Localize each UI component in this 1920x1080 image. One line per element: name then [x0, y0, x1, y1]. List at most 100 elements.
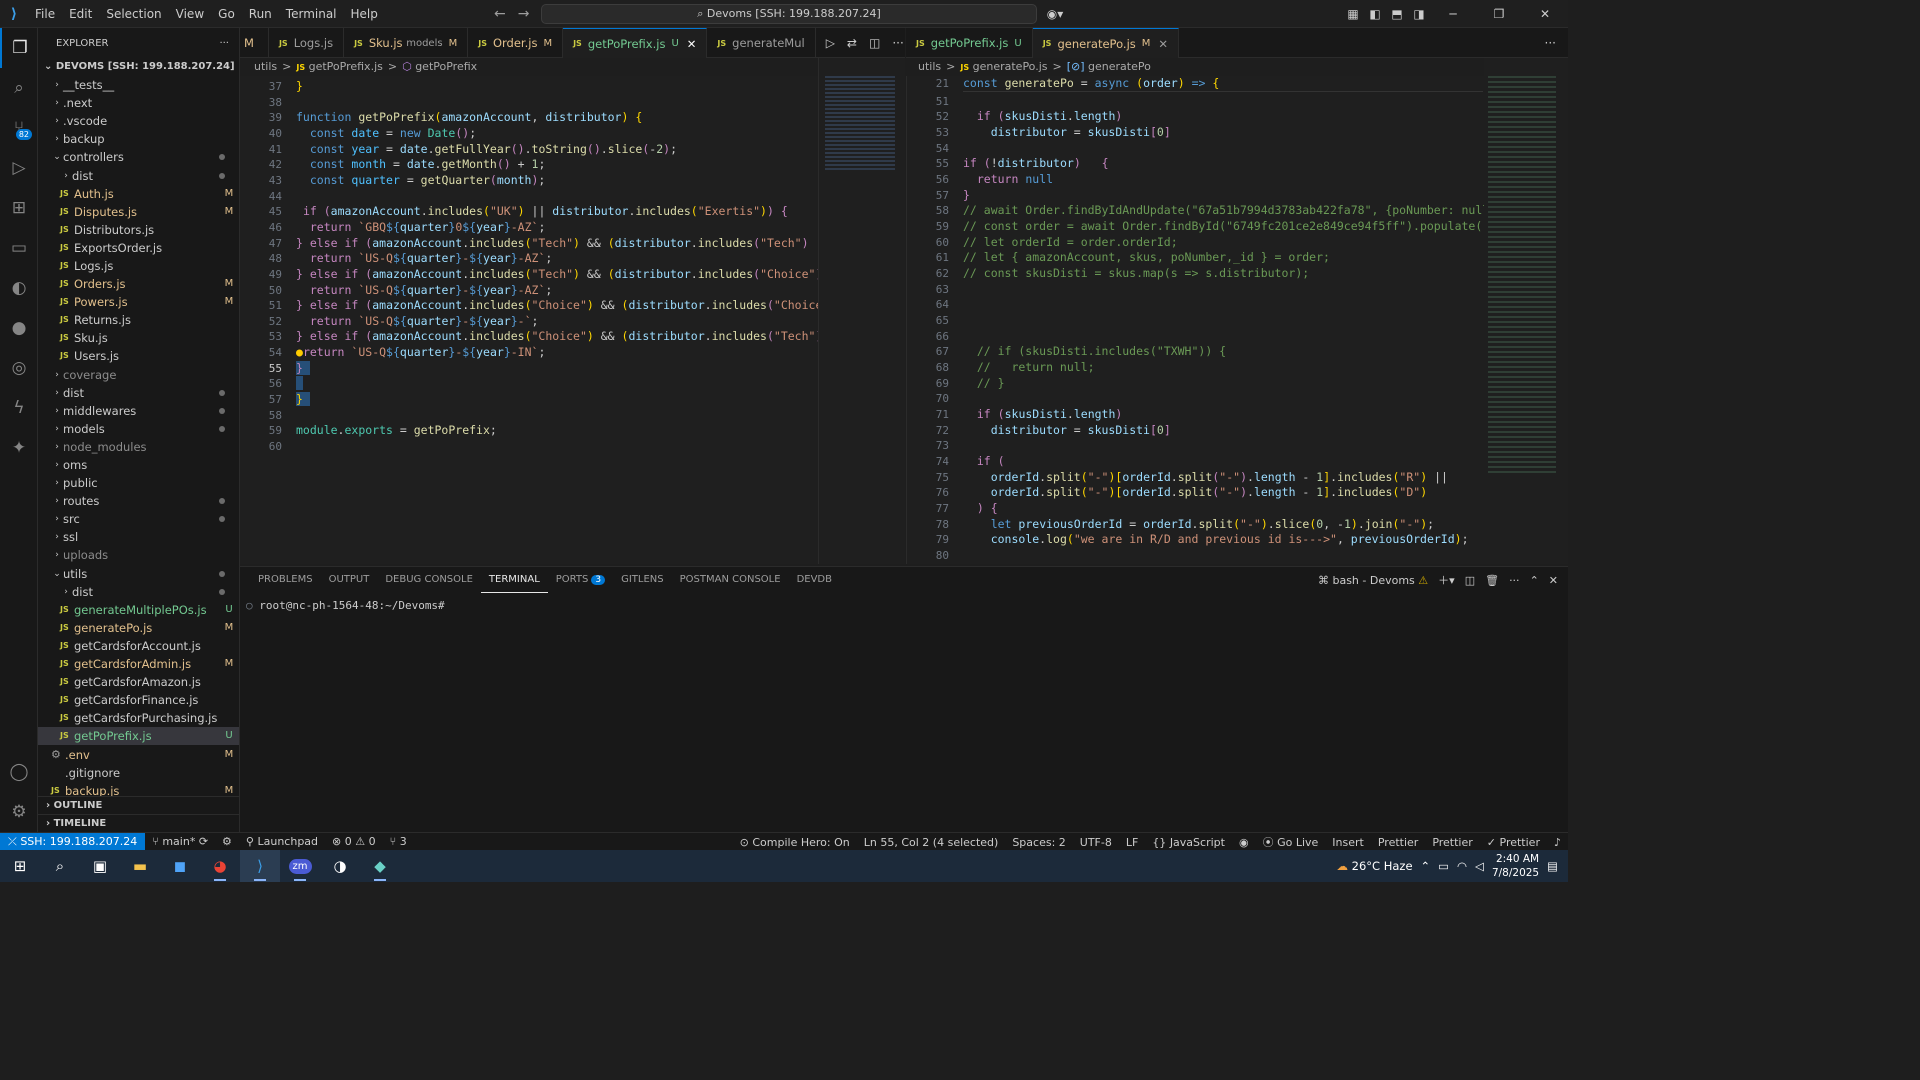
language-mode[interactable]: {} JavaScript	[1145, 836, 1232, 849]
minimap-right[interactable]	[1484, 58, 1568, 564]
layout-customize-icon[interactable]: ▦	[1342, 7, 1364, 21]
minimize-icon[interactable]: ─	[1430, 7, 1476, 21]
tab-generatemul[interactable]: JS generateMul	[707, 28, 816, 58]
file-item[interactable]: JS Users.js	[38, 347, 239, 365]
file-item[interactable]: JS getPoPrefix.js U	[38, 727, 239, 746]
file-item[interactable]: JS Auth.js M	[38, 185, 239, 203]
prettier-status[interactable]: ✓ Prettier	[1480, 836, 1547, 849]
folder-item[interactable]: › routes	[38, 492, 239, 510]
folder-item[interactable]: › models	[38, 420, 239, 438]
folder-item[interactable]: › dist	[38, 384, 239, 402]
breadcrumb-item[interactable]: ⬡ getPoPrefix	[402, 58, 477, 76]
source-control-icon[interactable]: ⑂ 82	[0, 108, 38, 148]
file-item[interactable]: JS Logs.js	[38, 257, 239, 275]
windows-start-icon[interactable]: ⊞	[0, 850, 40, 882]
more-actions-icon[interactable]: ···	[1545, 36, 1556, 50]
show-hidden-icons-icon[interactable]: ⌃	[1421, 859, 1431, 873]
more-actions-icon[interactable]: ···	[219, 38, 229, 49]
folder-item[interactable]: › dist	[38, 583, 239, 601]
wifi-icon[interactable]: ◠	[1457, 859, 1467, 873]
search-icon[interactable]: ⌕	[40, 850, 80, 882]
insert-mode[interactable]: Insert	[1325, 836, 1371, 849]
menu-go[interactable]: Go	[211, 0, 242, 28]
folder-item[interactable]: › dist	[38, 166, 239, 184]
file-item[interactable]: JS generatePo.js M	[38, 619, 239, 637]
minimap-left[interactable]	[818, 58, 905, 564]
kill-terminal-icon[interactable]: 🗑	[1485, 574, 1499, 587]
more-actions-icon[interactable]: ···	[892, 36, 903, 50]
tab-order[interactable]: JS Order.js M	[468, 28, 564, 58]
tab-getpoprefix[interactable]: JS getPoPrefix.js U ✕	[563, 28, 708, 58]
remote-explorer-icon[interactable]: ▭	[0, 228, 38, 268]
file-item[interactable]: ⚙ .env M	[38, 745, 239, 763]
file-explorer-icon[interactable]: ▬	[120, 850, 160, 882]
chrome-icon[interactable]: ◕	[200, 850, 240, 882]
toggle-secondary-sidebar-icon[interactable]: ◨	[1408, 7, 1430, 21]
breadcrumb-item[interactable]: utils	[918, 58, 941, 76]
menu-help[interactable]: Help	[344, 0, 385, 28]
file-item[interactable]: JS ExportsOrder.js	[38, 239, 239, 257]
lightbulb-icon[interactable]: ●	[296, 345, 303, 359]
file-item[interactable]: JS Orders.js M	[38, 275, 239, 293]
postman-icon[interactable]: ●	[0, 308, 38, 348]
explorer-icon[interactable]: ❐	[0, 28, 38, 68]
file-item[interactable]: JS getCardsforPurchasing.js	[38, 709, 239, 727]
gitlens-status-icon[interactable]: ⚙	[215, 835, 239, 848]
menu-terminal[interactable]: Terminal	[279, 0, 344, 28]
volume-icon[interactable]: ◁	[1475, 859, 1484, 873]
file-item[interactable]: JS generateMultiplePOs.js U	[38, 601, 239, 619]
new-terminal-icon[interactable]: ＋▾	[1438, 572, 1455, 588]
app-icon[interactable]: ◑	[320, 850, 360, 882]
file-item[interactable]: JS getCardsforFinance.js	[38, 691, 239, 709]
thunder-client-icon[interactable]: ϟ	[0, 388, 38, 428]
close-tab-icon[interactable]: ✕	[687, 37, 697, 51]
breadcrumb-item[interactable]: JS generatePo.js	[960, 58, 1047, 76]
tab-logs[interactable]: JS Logs.js	[269, 28, 345, 58]
folder-item[interactable]: › uploads	[38, 546, 239, 564]
folder-item[interactable]: › coverage	[38, 366, 239, 384]
tab-problems[interactable]: PROBLEMS	[250, 567, 321, 593]
clock[interactable]: 2:40 AM 7/8/2025	[1492, 852, 1539, 880]
code-editor-right[interactable]: 21 const generatePo = async (order) => { …	[906, 76, 1484, 564]
indentation[interactable]: Spaces: 2	[1005, 836, 1072, 849]
tab-getpoprefix-right[interactable]: JS getPoPrefix.js U	[906, 28, 1033, 58]
file-item[interactable]: JS getCardsforAccount.js	[38, 637, 239, 655]
code-editor-left[interactable]: 37} 38 39 function getPoPrefix(amazonAcco…	[240, 76, 818, 564]
close-tab-icon[interactable]: ✕	[1158, 37, 1168, 51]
tab-debug-console[interactable]: DEBUG CONSOLE	[377, 567, 481, 593]
zoom-icon[interactable]: zm	[280, 850, 320, 882]
breadcrumb-item[interactable]: [⊘] generatePo	[1067, 58, 1151, 76]
folder-item[interactable]: › src	[38, 510, 239, 528]
vscode-icon[interactable]: ⟩	[240, 850, 280, 882]
tab-ports[interactable]: PORTS 3	[548, 567, 613, 593]
folder-item[interactable]: › node_modules	[38, 438, 239, 456]
app-icon[interactable]: ◆	[360, 850, 400, 882]
toggle-sidebar-icon[interactable]: ◧	[1364, 7, 1386, 21]
close-panel-icon[interactable]: ✕	[1549, 574, 1558, 587]
menu-file[interactable]: File	[28, 0, 62, 28]
menu-run[interactable]: Run	[242, 0, 279, 28]
ports-status[interactable]: ⑂ 3	[383, 835, 414, 848]
folder-item[interactable]: › ssl	[38, 528, 239, 546]
copilot-status-icon[interactable]: ◉	[1232, 836, 1256, 849]
maximize-panel-icon[interactable]: ⌃	[1530, 574, 1539, 587]
folder-item[interactable]: ⌄ controllers	[38, 148, 239, 166]
folder-item[interactable]: › .next	[38, 94, 239, 112]
file-item[interactable]: JS Disputes.js M	[38, 203, 239, 221]
tab-generatepo[interactable]: JS generatePo.js M ✕	[1032, 28, 1180, 58]
menu-selection[interactable]: Selection	[99, 0, 168, 28]
run-debug-icon[interactable]: ▷	[0, 148, 38, 188]
forward-arrow-icon[interactable]: →	[518, 6, 530, 22]
go-live-status[interactable]: ⦿ Go Live	[1256, 834, 1326, 850]
notifications-bell-icon[interactable]: ♪	[1547, 836, 1568, 849]
terminal-output[interactable]: ○ root@nc-ph-1564-48:~/Devoms#	[246, 599, 445, 612]
split-editor-icon[interactable]: ◫	[869, 36, 880, 50]
tab-partial[interactable]: M	[240, 28, 269, 58]
problems-status[interactable]: ⊗ 0 ⚠ 0	[325, 835, 383, 848]
folder-item[interactable]: › public	[38, 474, 239, 492]
line-ending[interactable]: LF	[1119, 836, 1145, 849]
copilot-icon[interactable]: ◉▾	[1038, 7, 1072, 21]
accounts-icon[interactable]: ◯	[0, 752, 38, 792]
file-item[interactable]: JS Powers.js M	[38, 293, 239, 311]
more-actions-icon[interactable]: ···	[1509, 574, 1520, 587]
